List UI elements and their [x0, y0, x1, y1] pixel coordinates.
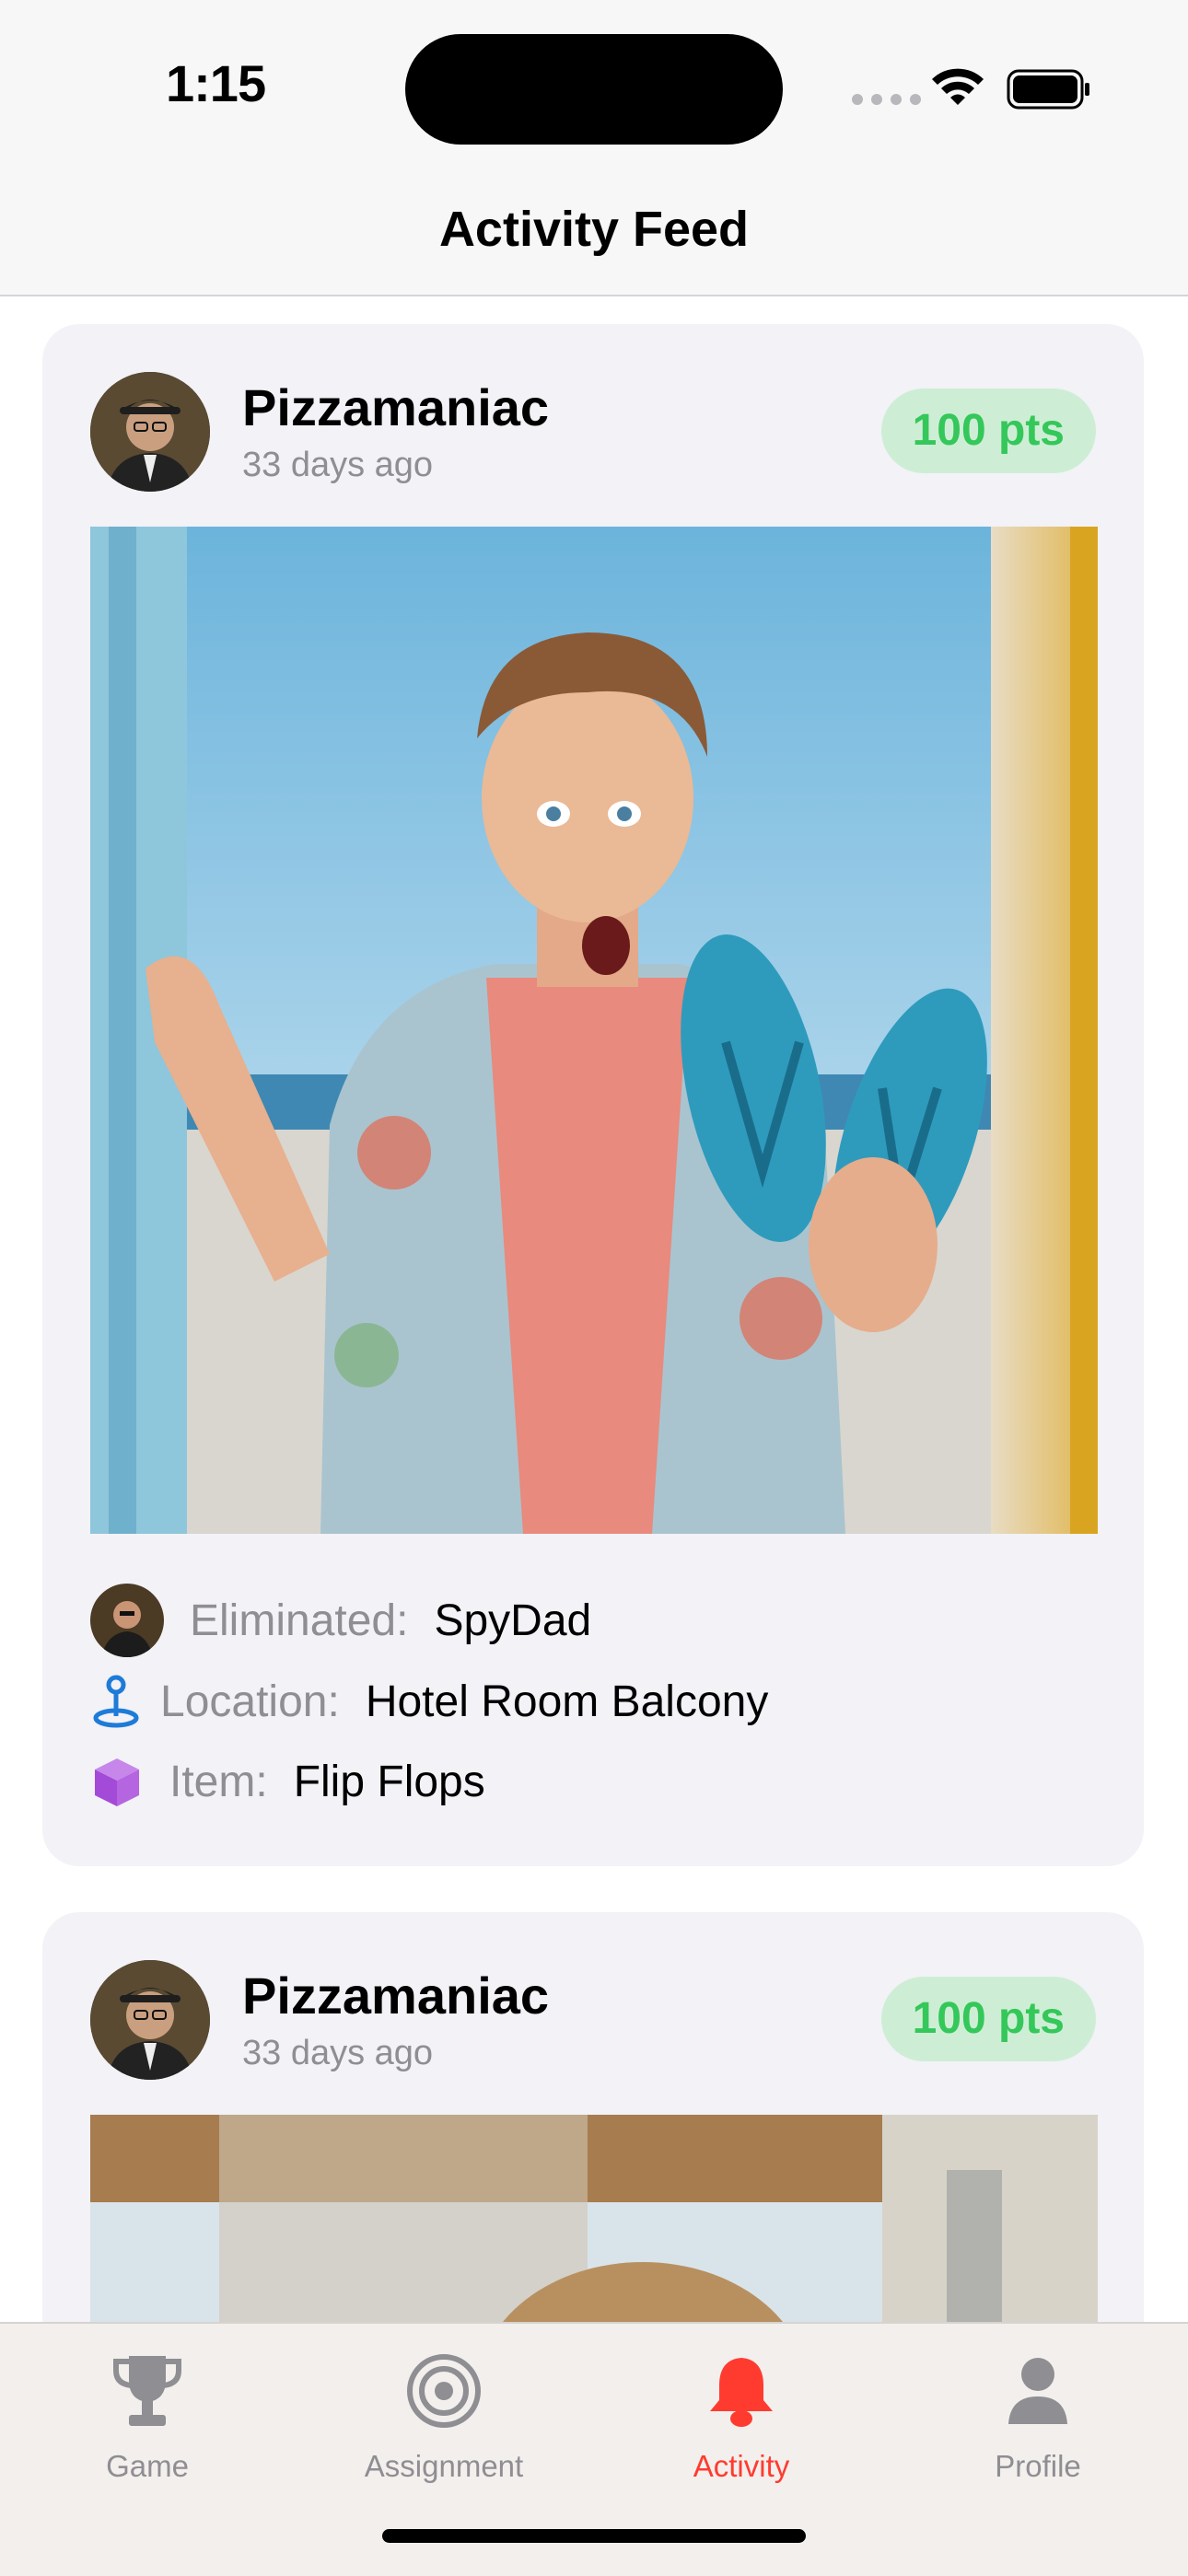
- status-bar: 1:15: [0, 0, 1188, 175]
- home-indicator[interactable]: [382, 2529, 806, 2543]
- feed-card[interactable]: Pizzamaniac 33 days ago 100 pts: [42, 1912, 1144, 2322]
- tab-activity[interactable]: Activity: [622, 2340, 861, 2484]
- feed-photo[interactable]: [90, 2115, 1098, 2322]
- eliminated-row: Eliminated: SpyDad: [90, 1584, 591, 1657]
- trophy-icon: [113, 2356, 181, 2426]
- status-time: 1:15: [166, 54, 266, 112]
- page-title: Activity Feed: [438, 202, 750, 257]
- timestamp: 33 days ago: [242, 446, 434, 484]
- navigation-bar: Activity Feed: [0, 175, 1188, 296]
- location-value: Hotel Room Balcony: [365, 1677, 769, 1726]
- cellular-signal-icon: [852, 94, 921, 105]
- tab-label: Game: [106, 2449, 189, 2483]
- eliminated-avatar[interactable]: [90, 1584, 164, 1657]
- tab-assignment[interactable]: Assignment: [324, 2340, 564, 2484]
- activity-feed[interactable]: Pizzamaniac 33 days ago 100 pts Eliminat…: [0, 296, 1188, 2322]
- person-icon: [1008, 2358, 1067, 2424]
- item-row: Item: Flip Flops: [90, 1755, 485, 1808]
- tab-label: Assignment: [364, 2449, 524, 2483]
- points-badge: 100 pts: [880, 1977, 1096, 2061]
- target-icon: [407, 2354, 481, 2428]
- tab-label: Activity: [693, 2449, 790, 2483]
- username: Pizzamaniac: [242, 1967, 550, 2025]
- location-pin-icon: [93, 1675, 139, 1728]
- tab-profile[interactable]: Profile: [918, 2340, 1158, 2484]
- avatar[interactable]: [90, 1960, 210, 2080]
- item-label: Item:: [169, 1757, 268, 1806]
- timestamp: 33 days ago: [242, 2034, 434, 2072]
- username: Pizzamaniac: [242, 378, 550, 436]
- location-label: Location:: [160, 1677, 340, 1726]
- wifi-icon: [932, 68, 984, 105]
- eliminated-label: Eliminated:: [190, 1595, 409, 1645]
- tab-label: Profile: [995, 2449, 1081, 2483]
- bell-icon: [710, 2358, 773, 2427]
- dynamic-island: [405, 34, 783, 145]
- location-row: Location: Hotel Room Balcony: [90, 1674, 768, 1729]
- points-badge: 100 pts: [880, 389, 1096, 473]
- feed-card[interactable]: Pizzamaniac 33 days ago 100 pts: [42, 324, 1144, 1866]
- feed-photo[interactable]: [90, 527, 1098, 1534]
- avatar[interactable]: [90, 372, 210, 492]
- battery-icon: [1007, 69, 1089, 110]
- tab-game[interactable]: Game: [28, 2340, 267, 2484]
- eliminated-value: SpyDad: [434, 1595, 592, 1645]
- item-value: Flip Flops: [293, 1757, 485, 1806]
- cube-icon: [95, 1758, 139, 1806]
